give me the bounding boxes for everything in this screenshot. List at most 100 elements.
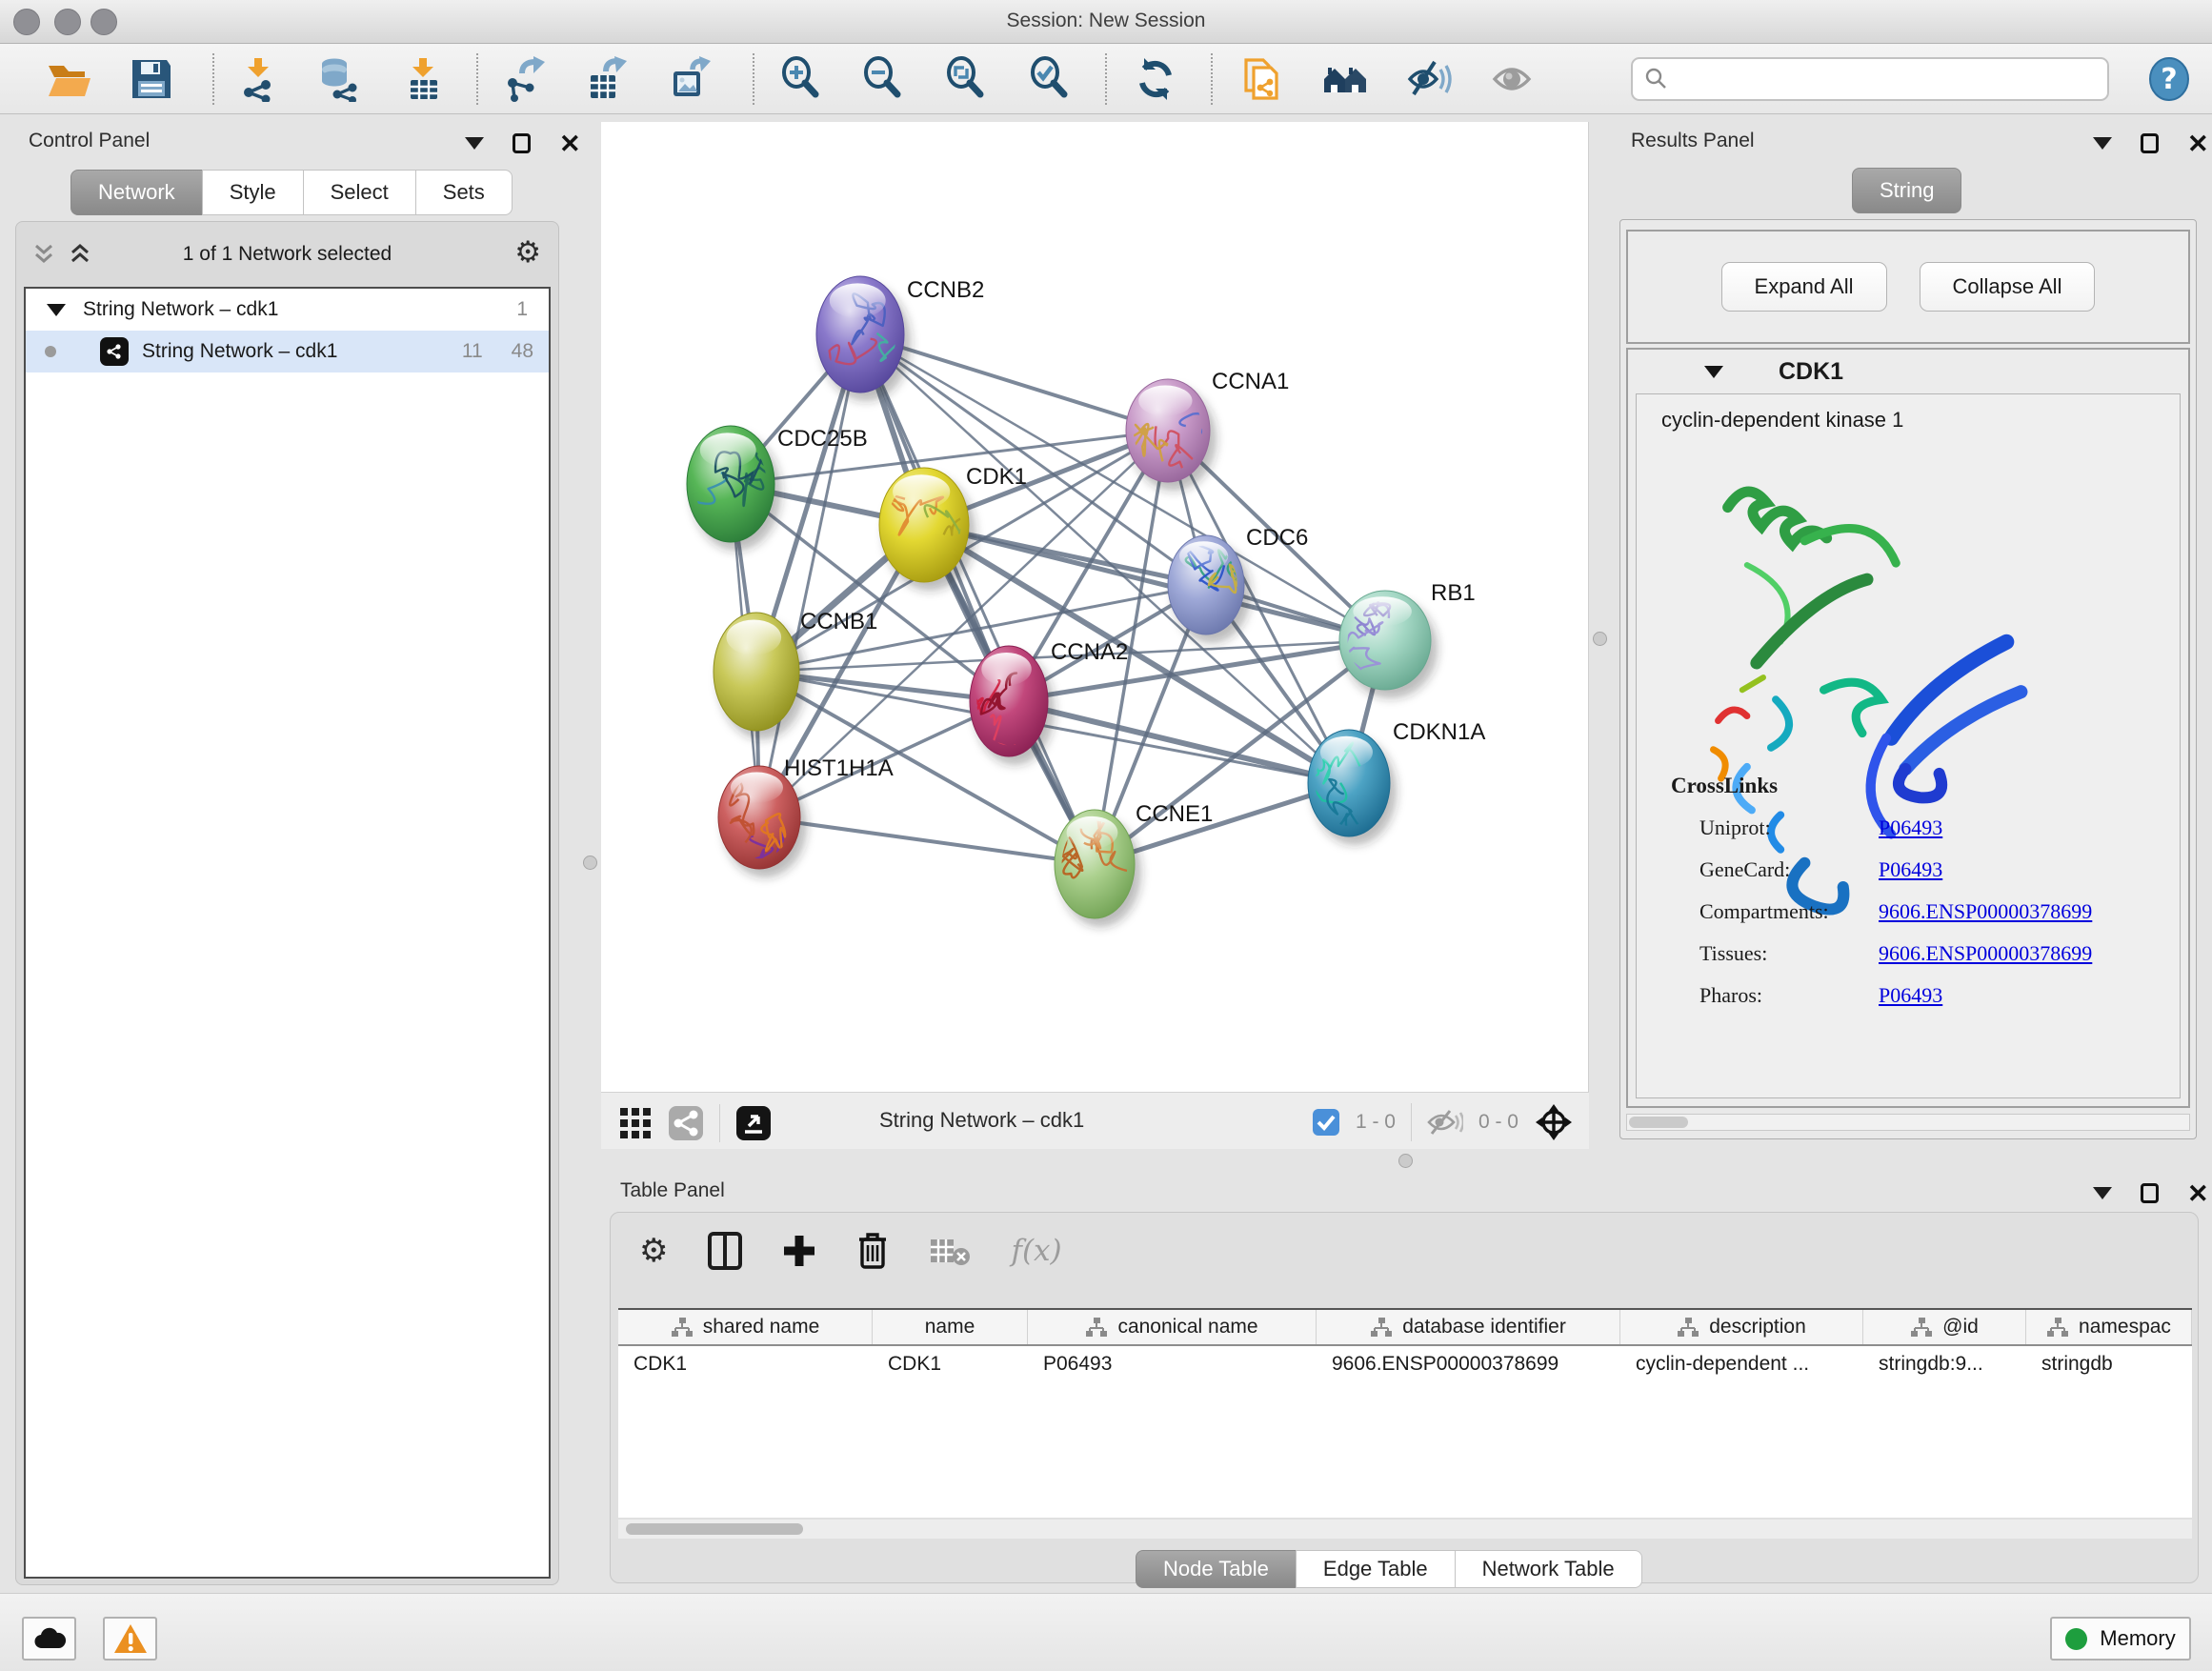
table-cell[interactable]: CDK1 xyxy=(873,1346,1028,1382)
right-splitter-handle[interactable] xyxy=(1593,632,1607,646)
save-session-button[interactable] xyxy=(129,56,174,102)
panel-float-icon[interactable] xyxy=(513,133,531,153)
column-header-shared-name[interactable]: shared name xyxy=(618,1310,873,1344)
show-hidden-button[interactable] xyxy=(1489,56,1535,102)
column-header-canonical-name[interactable]: canonical name xyxy=(1028,1310,1317,1344)
panel-collapse-icon[interactable] xyxy=(465,137,484,150)
zoom-out-button[interactable] xyxy=(861,56,907,102)
detach-view-icon[interactable] xyxy=(735,1105,772,1141)
cloud-status-button[interactable] xyxy=(22,1617,76,1661)
edge-CCNB2-CCNE1[interactable] xyxy=(860,334,1095,864)
table-cell[interactable]: cyclin-dependent ... xyxy=(1620,1346,1863,1382)
tab-select[interactable]: Select xyxy=(303,170,416,215)
selected-checkbox-icon[interactable] xyxy=(1312,1108,1340,1137)
refresh-button[interactable] xyxy=(1133,56,1178,102)
memory-button[interactable]: Memory xyxy=(2050,1617,2191,1661)
entry-collapse-icon[interactable] xyxy=(1704,366,1723,378)
function-builder-icon[interactable]: f(x) xyxy=(1011,1234,1061,1268)
table-options-gear-icon[interactable]: ⚙ xyxy=(639,1235,668,1267)
edge-HIST1H1A-CCNE1[interactable] xyxy=(759,817,1095,864)
crosslink-link[interactable]: 9606.ENSP00000378699 xyxy=(1879,899,2092,924)
delete-table-icon[interactable] xyxy=(929,1236,971,1266)
node-RB1[interactable]: RB1 xyxy=(1334,537,1476,698)
node-CCNB2[interactable]: CCNB2 xyxy=(794,276,985,401)
import-network-file-button[interactable] xyxy=(236,56,282,102)
tab-network-table[interactable]: Network Table xyxy=(1455,1550,1642,1588)
expand-all-button[interactable]: Expand All xyxy=(1721,262,1887,312)
help-button[interactable]: ? xyxy=(2146,56,2192,102)
tab-network[interactable]: Network xyxy=(70,170,203,215)
node-CDK1[interactable]: CDK1 xyxy=(879,449,1027,591)
network-canvas[interactable]: CCNB2CCNA1CDC25BCDK1CDC6RB1CCNB1CCNA2CDK… xyxy=(601,122,1589,1092)
tab-edge-table[interactable]: Edge Table xyxy=(1296,1550,1456,1588)
crosslink-link[interactable]: P06493 xyxy=(1879,857,1942,882)
search-box[interactable] xyxy=(1631,57,2109,101)
bottom-splitter-handle[interactable] xyxy=(1398,1154,1413,1168)
results-scrollbar[interactable] xyxy=(1626,1114,2190,1131)
tab-sets[interactable]: Sets xyxy=(415,170,513,215)
search-input[interactable] xyxy=(1669,69,2088,91)
panel-close-icon[interactable]: ✕ xyxy=(559,134,581,153)
collapse-all-button[interactable]: Collapse All xyxy=(1920,262,2096,312)
import-table-file-button[interactable] xyxy=(401,56,447,102)
table-cell[interactable]: P06493 xyxy=(1028,1346,1317,1382)
export-network-button[interactable] xyxy=(503,56,549,102)
hide-selected-button[interactable] xyxy=(1406,56,1452,102)
crosslink-link[interactable]: P06493 xyxy=(1879,815,1942,840)
zoom-selected-button[interactable] xyxy=(1028,56,1074,102)
table-cell[interactable]: 9606.ENSP00000378699 xyxy=(1317,1346,1620,1382)
column-header-database-identifier[interactable]: database identifier xyxy=(1317,1310,1620,1344)
network-collection-row[interactable]: String Network – cdk1 1 xyxy=(26,289,549,331)
node-CCNA1[interactable]: CCNA1 xyxy=(1126,369,1289,491)
crosslink-link[interactable]: 9606.ENSP00000378699 xyxy=(1879,941,2092,966)
import-network-database-button[interactable] xyxy=(316,56,362,102)
left-splitter-handle[interactable] xyxy=(583,856,597,870)
table-cell[interactable]: stringdb xyxy=(2026,1346,2192,1382)
zoom-in-button[interactable] xyxy=(779,56,825,102)
table-cell[interactable]: CDK1 xyxy=(618,1346,873,1382)
column-header-name[interactable]: name xyxy=(873,1310,1028,1344)
grid-view-icon[interactable] xyxy=(618,1106,653,1140)
export-table-button[interactable] xyxy=(585,56,631,102)
delete-column-icon[interactable] xyxy=(856,1232,889,1270)
results-scrollbar-thumb[interactable] xyxy=(1629,1117,1688,1128)
hidden-eye-icon[interactable] xyxy=(1427,1108,1463,1137)
network-graph[interactable]: CCNB2CCNA1CDC25BCDK1CDC6RB1CCNB1CCNA2CDK… xyxy=(601,122,1589,1092)
tab-string[interactable]: String xyxy=(1852,168,1961,213)
open-session-button[interactable] xyxy=(45,56,90,102)
zoom-fit-button[interactable] xyxy=(944,56,990,102)
network-row-selected[interactable]: String Network – cdk1 11 48 xyxy=(26,331,549,372)
table-cell[interactable]: stringdb:9... xyxy=(1863,1346,2026,1382)
tab-style[interactable]: Style xyxy=(202,170,304,215)
edge-CDK1-RB1[interactable] xyxy=(924,525,1385,640)
edge-CCNB2-HIST1H1A[interactable] xyxy=(759,334,860,817)
node-CCNB1[interactable]: CCNB1 xyxy=(714,609,877,739)
column-header-@id[interactable]: @id xyxy=(1863,1310,2026,1344)
column-header-namespac[interactable]: namespac xyxy=(2026,1310,2192,1344)
show-columns-icon[interactable] xyxy=(708,1232,742,1270)
add-column-icon[interactable] xyxy=(782,1234,816,1268)
crosslink-link[interactable]: P06493 xyxy=(1879,983,1942,1008)
tab-node-table[interactable]: Node Table xyxy=(1136,1550,1297,1588)
panel-close-icon[interactable]: ✕ xyxy=(2187,134,2209,153)
node-CDC25B[interactable]: CDC25B xyxy=(658,426,868,551)
network-overview-icon[interactable] xyxy=(668,1105,704,1141)
node-CCNE1[interactable]: CCNE1 xyxy=(1055,801,1213,927)
panel-float-icon[interactable] xyxy=(2141,133,2159,153)
birds-eye-toggle-icon[interactable] xyxy=(1534,1102,1574,1142)
panel-close-icon[interactable]: ✕ xyxy=(2187,1184,2209,1203)
table-hscrollbar[interactable] xyxy=(618,1520,2192,1539)
export-image-button[interactable] xyxy=(668,56,714,102)
column-header-description[interactable]: description xyxy=(1620,1310,1863,1344)
network-options-gear-icon[interactable]: ⚙ xyxy=(514,237,541,267)
panel-collapse-icon[interactable] xyxy=(2093,1187,2112,1199)
node-HIST1H1A[interactable]: HIST1H1A xyxy=(718,755,894,889)
table-row[interactable]: CDK1CDK1P064939606.ENSP00000378699cyclin… xyxy=(618,1346,2192,1382)
tree-expand-icon[interactable] xyxy=(47,304,66,316)
panel-collapse-icon[interactable] xyxy=(2093,137,2112,150)
first-neighbors-button[interactable] xyxy=(1322,56,1368,102)
gene-entry-header[interactable]: CDK1 xyxy=(1628,350,2188,393)
panel-float-icon[interactable] xyxy=(2141,1183,2159,1203)
warnings-button[interactable] xyxy=(103,1617,157,1661)
table-hscrollbar-thumb[interactable] xyxy=(626,1523,803,1535)
